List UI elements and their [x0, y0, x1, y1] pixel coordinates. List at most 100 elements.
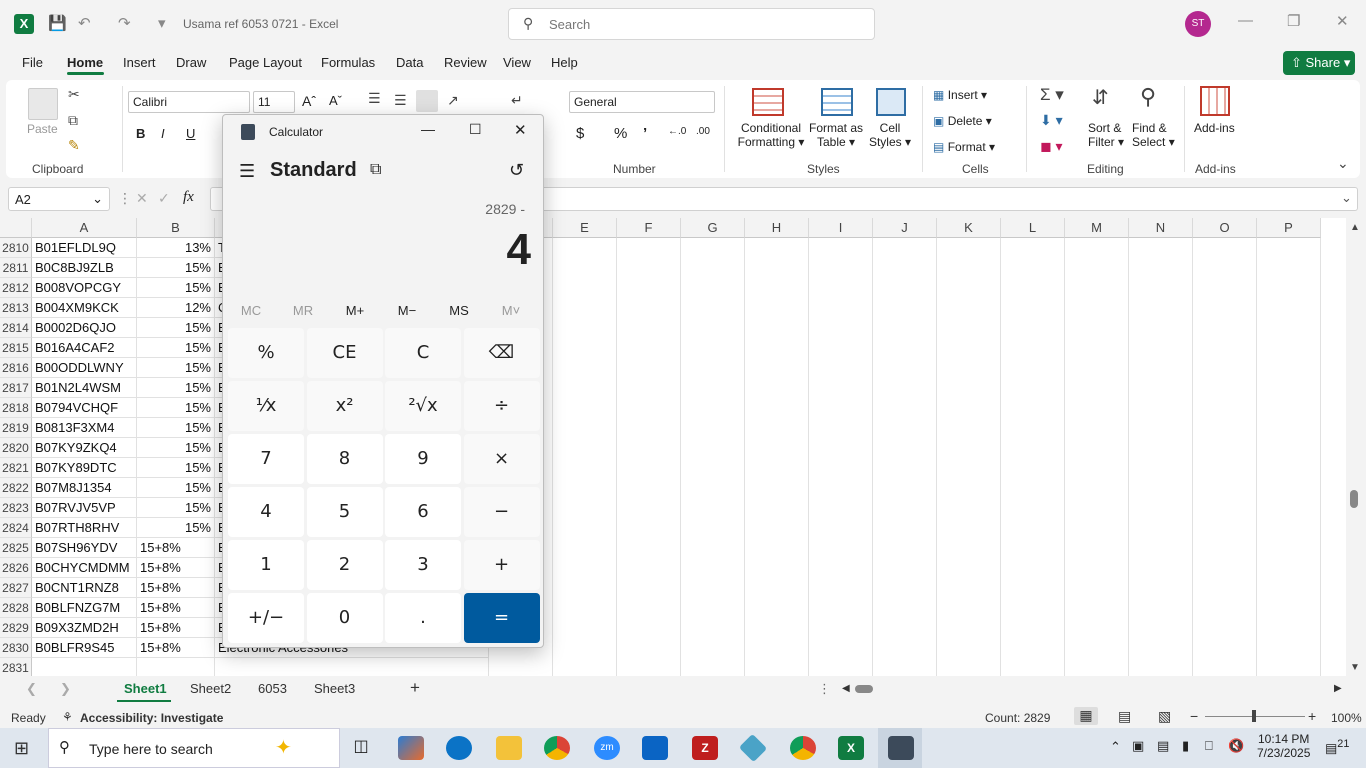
select-all-corner[interactable] [0, 218, 32, 238]
multiply-button[interactable]: × [463, 434, 540, 484]
cell-a[interactable]: B07KY89DTC [32, 458, 137, 478]
prev-sheet-icon[interactable]: ❮ [26, 681, 37, 697]
cell-a[interactable]: B004XM9KCK [32, 298, 137, 318]
scroll-left-icon[interactable]: ◀ [842, 683, 850, 694]
scroll-up-icon[interactable]: ▲ [1350, 222, 1360, 233]
row-header[interactable]: 2816 [0, 358, 32, 378]
cell-a[interactable]: B07RTH8RHV [32, 518, 137, 538]
digit-0-button[interactable]: 0 [306, 593, 383, 643]
hamburger-menu-icon[interactable]: ☰ [239, 161, 255, 182]
insert-function-icon[interactable]: fx [183, 189, 194, 206]
cell-a[interactable]: B01EFLDL9Q [32, 238, 137, 258]
cell-a[interactable]: B0BLFNZG7M [32, 598, 137, 618]
row-header[interactable]: 2815 [0, 338, 32, 358]
menu-page-layout[interactable]: Page Layout [229, 55, 302, 70]
cell-b[interactable]: 15+8% [137, 578, 215, 598]
row-header[interactable]: 2810 [0, 238, 32, 258]
cell-a[interactable]: B07M8J1354 [32, 478, 137, 498]
cell-a[interactable]: B008VOPCGY [32, 278, 137, 298]
maximize-icon[interactable]: ☐ [469, 121, 482, 138]
cell-a[interactable]: B00ODDLWNY [32, 358, 137, 378]
scroll-right-icon[interactable]: ▶ [1334, 683, 1342, 694]
app-icon[interactable] [738, 733, 768, 763]
edge-icon[interactable] [446, 736, 472, 760]
enter-icon[interactable]: ✓ [158, 190, 170, 207]
row-header[interactable]: 2818 [0, 398, 32, 418]
wrap-text-icon[interactable]: ↵ [511, 92, 523, 109]
cell-a[interactable]: B0C8BJ9ZLB [32, 258, 137, 278]
avatar[interactable]: ST [1185, 11, 1211, 37]
clear-icon[interactable]: ◼ ▾ [1040, 138, 1063, 155]
add-ins-icon[interactable] [1200, 86, 1230, 116]
normal-view-icon[interactable]: ▦ [1074, 707, 1098, 725]
find-select-button[interactable]: Find & Select ▾ [1132, 121, 1175, 149]
insert-cells-button[interactable]: ▦ Insert ▾ [933, 88, 987, 102]
comma-style-icon[interactable]: ’ [643, 125, 647, 142]
cell-b[interactable]: 13% [137, 238, 215, 258]
accessibility-status[interactable]: Accessibility: Investigate [80, 711, 223, 725]
expand-formula-icon[interactable]: ⌄ [1341, 190, 1352, 206]
keep-on-top-icon[interactable]: ⧉ [370, 161, 381, 179]
excel-taskbar-icon[interactable]: X [838, 736, 864, 760]
row-header[interactable]: 2813 [0, 298, 32, 318]
taskbar-search[interactable]: ⚲ Type here to search ✦ [48, 728, 340, 768]
collapse-ribbon-icon[interactable]: ⌄ [1337, 155, 1349, 172]
divide-button[interactable]: ÷ [463, 381, 540, 431]
page-layout-view-icon[interactable]: ▤ [1118, 708, 1131, 725]
cell-a[interactable]: B07SH96YDV [32, 538, 137, 558]
page-break-view-icon[interactable]: ▧ [1158, 708, 1171, 725]
cell-b[interactable]: 15% [137, 358, 215, 378]
file-explorer-icon[interactable] [496, 736, 522, 760]
column-header-b[interactable]: B [137, 218, 215, 238]
menu-draw[interactable]: Draw [176, 55, 206, 70]
column-header-g[interactable]: G [681, 218, 745, 238]
cell-a[interactable]: B0002D6QJO [32, 318, 137, 338]
row-header[interactable]: 2827 [0, 578, 32, 598]
cell-a[interactable]: B0BLFR9S45 [32, 638, 137, 658]
percent-icon[interactable]: % [614, 125, 627, 142]
digit-8-button[interactable]: 8 [306, 434, 383, 484]
digit-6-button[interactable]: 6 [385, 487, 461, 537]
cut-icon[interactable]: ✂ [68, 86, 80, 103]
cell-b[interactable]: 15% [137, 258, 215, 278]
digit-2-button[interactable]: 2 [306, 540, 383, 590]
cell-b[interactable]: 15% [137, 478, 215, 498]
decrease-decimal-icon[interactable]: .00 [696, 126, 710, 137]
cell-b[interactable]: 12% [137, 298, 215, 318]
cell-a[interactable]: B01N2L4WSM [32, 378, 137, 398]
menu-review[interactable]: Review [444, 55, 487, 70]
column-header-h[interactable]: H [745, 218, 809, 238]
add-sheet-icon[interactable]: + [410, 678, 420, 698]
square-button[interactable]: x² [306, 381, 383, 431]
cell-a[interactable]: B0813F3XM4 [32, 418, 137, 438]
reciprocal-button[interactable]: ¹⁄x [228, 381, 304, 431]
restore-icon[interactable]: ❐ [1287, 12, 1300, 30]
row-header[interactable]: 2814 [0, 318, 32, 338]
format-cells-button[interactable]: ▤ Format ▾ [933, 140, 995, 154]
row-header[interactable]: 2831 [0, 658, 32, 676]
memory-button-5[interactable]: M˅ [491, 303, 531, 318]
bold-icon[interactable]: B [136, 126, 145, 141]
volume-mute-icon[interactable]: 🔇 [1228, 738, 1244, 754]
column-header-p[interactable]: P [1257, 218, 1321, 238]
digit-5-button[interactable]: 5 [306, 487, 383, 537]
format-as-table-button[interactable]: Format as Table ▾ [808, 121, 864, 149]
conditional-formatting-icon[interactable] [752, 88, 784, 116]
equals-button[interactable]: = [463, 593, 540, 643]
cell-b[interactable]: 15% [137, 338, 215, 358]
cell-styles-icon[interactable] [876, 88, 906, 116]
clear-entry-button[interactable]: CE [306, 328, 383, 378]
memory-button-0[interactable]: MC [231, 303, 271, 318]
find-select-icon[interactable]: ⚲ [1140, 84, 1156, 110]
digit-7-button[interactable]: 7 [228, 434, 304, 484]
cell-b[interactable] [137, 658, 215, 676]
format-as-table-icon[interactable] [821, 88, 853, 116]
italic-icon[interactable]: I [161, 126, 165, 141]
calculator-taskbar-icon[interactable] [888, 736, 914, 760]
cell-b[interactable]: 15% [137, 378, 215, 398]
number-format-select[interactable]: General [569, 91, 715, 113]
row-header[interactable]: 2829 [0, 618, 32, 638]
cell-b[interactable]: 15% [137, 518, 215, 538]
name-box[interactable]: A2 ⌄ [8, 187, 110, 211]
increase-decimal-icon[interactable]: ←.0 [668, 126, 686, 137]
